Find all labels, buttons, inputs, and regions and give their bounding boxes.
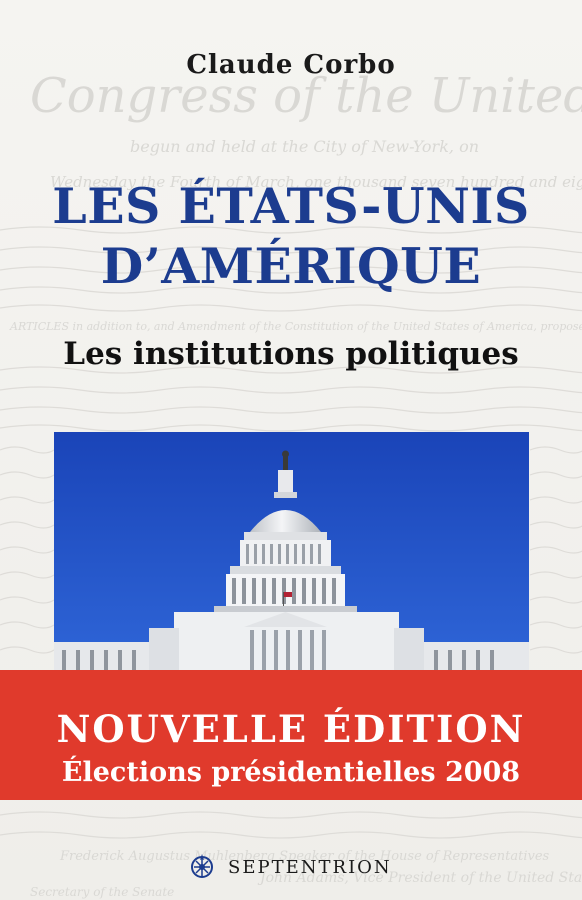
edition-subtitle: Élections présidentielles 2008 (61, 757, 521, 788)
edition-label: NOUVELLE ÉDITION (56, 707, 526, 751)
manuscript-line: Secretary of the Senate (30, 885, 174, 899)
publisher: SEPTENTRION (0, 850, 582, 885)
title-line-2: D’AMÉRIQUE (100, 237, 482, 295)
book-subtitle: Les institutions politiques (63, 336, 519, 372)
manuscript-line: ARTICLES in addition to, and Amendment o… (9, 320, 582, 333)
capitol-building-photo (54, 432, 529, 672)
author-name: Claude Corbo (186, 50, 396, 80)
book-cover: Congress of the United States begun and … (0, 0, 582, 900)
publisher-logo-icon (190, 850, 214, 885)
title-line-1: LES ÉTATS-UNIS (52, 177, 530, 235)
book-title: LES ÉTATS-UNIS D’AMÉRIQUE (0, 176, 582, 296)
publisher-name: SEPTENTRION (228, 857, 392, 878)
manuscript-line: begun and held at the City of New-York, … (130, 137, 479, 156)
